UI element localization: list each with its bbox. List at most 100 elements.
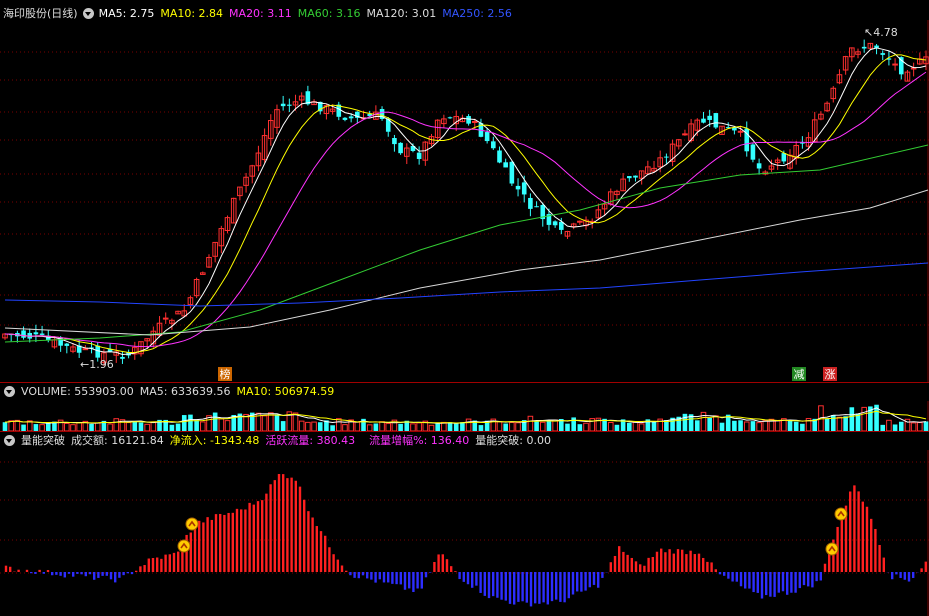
- candle-body: [528, 197, 533, 209]
- candle-body: [392, 138, 397, 145]
- candle-body: [707, 115, 712, 120]
- volume-bar: [113, 418, 120, 431]
- high-price-label: ↖4.78: [864, 26, 898, 39]
- candle-body: [416, 152, 422, 159]
- volume-bar: [565, 423, 570, 431]
- candle-body: [348, 116, 354, 119]
- volume-bar: [824, 418, 830, 431]
- volume-bar: [861, 406, 867, 431]
- volume-bar: [354, 421, 361, 431]
- turnover-readout: 成交额: 16121.84: [71, 434, 164, 447]
- volume-bar: [651, 421, 657, 431]
- signal-marker-text: 涨: [825, 368, 836, 381]
- candle-body: [491, 141, 496, 149]
- volume-bar: [503, 423, 508, 431]
- candle-body: [466, 116, 471, 124]
- ma20-line: [4, 71, 927, 348]
- candle-body: [82, 348, 89, 351]
- volume-bar: [125, 422, 132, 431]
- volume-panel-header: VOLUME: 553903.00 MA5: 633639.56 MA10: 5…: [0, 383, 340, 400]
- volume-bar: [898, 421, 904, 431]
- volume-bar: [849, 407, 855, 431]
- ma60-line: [4, 144, 929, 343]
- net-inflow-readout: 净流入: -1343.48: [169, 434, 260, 447]
- indicator-name: 量能突破: [21, 434, 65, 447]
- candle-body: [756, 163, 762, 169]
- candle-body: [781, 153, 787, 162]
- volume-bar: [224, 420, 231, 431]
- candle-body: [737, 130, 744, 133]
- candle-body: [342, 117, 348, 120]
- ma120-line: [4, 189, 929, 336]
- volume-bar: [496, 421, 503, 431]
- volume-bar: [76, 422, 82, 431]
- candle-body: [521, 182, 527, 195]
- candle-body: [398, 142, 403, 154]
- candle-body: [33, 332, 39, 335]
- volume-bar: [694, 420, 700, 431]
- dropdown-icon[interactable]: [4, 386, 15, 397]
- volume-bar: [546, 420, 552, 431]
- volume-bar: [830, 415, 836, 431]
- candle-body: [484, 132, 490, 142]
- candle-body: [280, 103, 286, 107]
- volume-bar: [292, 412, 299, 431]
- breakout-signal-icon: [185, 517, 199, 531]
- volume-bar: [713, 415, 719, 431]
- signal-marker-text: 榜: [220, 367, 231, 381]
- volume-bar: [280, 421, 286, 431]
- volume-bar: [787, 420, 793, 431]
- candle-body: [120, 356, 125, 359]
- volume-bar: [175, 423, 181, 431]
- volume-bar: [627, 422, 632, 431]
- volume-bar: [910, 422, 917, 431]
- signal-marker-text: 减: [794, 368, 805, 381]
- volume-bar: [509, 422, 515, 431]
- volume-readout: VOLUME: 553903.00: [21, 385, 134, 398]
- dropdown-icon[interactable]: [82, 8, 94, 19]
- volume-bar: [465, 418, 472, 431]
- volume-bar: [607, 421, 614, 431]
- candle-body: [471, 120, 478, 123]
- volume-bar: [453, 423, 459, 431]
- volume-bar: [416, 422, 422, 431]
- volume-bar: [435, 423, 440, 431]
- indicator-chart[interactable]: [0, 450, 929, 616]
- candle-body: [880, 53, 886, 55]
- dropdown-icon[interactable]: [4, 435, 15, 446]
- volume-bar: [552, 419, 558, 431]
- volume-bar: [311, 421, 317, 431]
- volume-bar: [632, 421, 639, 431]
- volume-bar: [94, 422, 101, 431]
- candle-body: [682, 133, 688, 136]
- volume-bar: [150, 421, 157, 431]
- candle-body: [162, 317, 169, 320]
- candle-body: [534, 206, 539, 208]
- volume-bar: [14, 419, 21, 431]
- candle-body: [627, 176, 632, 179]
- volume-bar: [26, 420, 33, 431]
- volume-bar: [107, 423, 113, 431]
- volume-bar: [317, 422, 323, 431]
- volume-bar: [194, 420, 199, 431]
- volume-bar: [212, 412, 218, 431]
- volume-bar: [719, 422, 725, 431]
- volume-bar: [218, 418, 225, 431]
- volume-bar: [144, 423, 150, 431]
- volume-bar: [188, 414, 193, 431]
- candle-body: [701, 118, 706, 123]
- candle-body: [447, 117, 453, 119]
- breakout-signal-icon: [825, 542, 839, 556]
- volume-bar: [460, 422, 465, 431]
- indicator-panel-header: 量能突破 成交额: 16121.84 净流入: -1343.48 活跃流量: 3…: [0, 432, 557, 449]
- volume-bar: [800, 423, 805, 431]
- price-chart[interactable]: ↖4.78 ←1.96 榜 减 涨: [0, 20, 929, 382]
- volume-bar: [750, 421, 756, 431]
- volume-bar: [199, 421, 206, 431]
- volume-chart[interactable]: [0, 401, 929, 431]
- candle-body: [287, 104, 292, 106]
- volume-bar: [539, 421, 546, 431]
- volume-bar: [410, 423, 416, 431]
- candle-body: [577, 220, 583, 223]
- volume-bar: [732, 420, 737, 431]
